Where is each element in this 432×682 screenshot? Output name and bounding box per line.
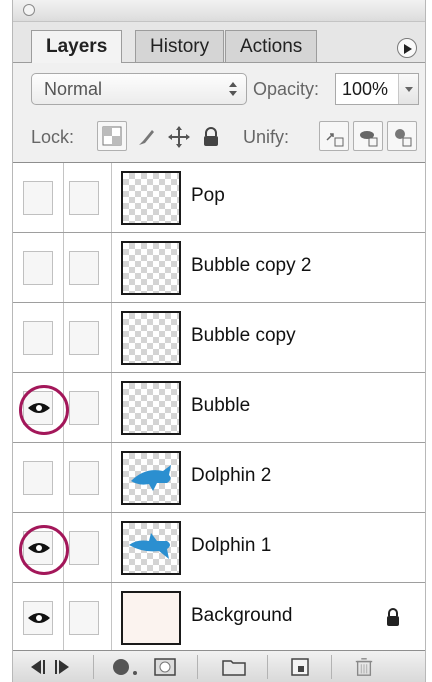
dolphin-icon (129, 533, 170, 559)
link-toggle[interactable] (69, 391, 99, 425)
lock-transparent-pixels-button[interactable] (97, 121, 127, 151)
layer-thumbnail (121, 311, 181, 365)
link-toggle[interactable] (69, 251, 99, 285)
new-layer-icon[interactable] (289, 657, 311, 677)
eye-icon (28, 403, 50, 413)
tab-actions[interactable]: Actions (225, 30, 318, 62)
layer-name: Pop (191, 185, 225, 206)
checker-icon (102, 126, 122, 146)
folder-icon[interactable] (221, 657, 247, 677)
visibility-toggle[interactable] (23, 321, 53, 355)
layer-name: Bubble copy 2 (191, 255, 312, 276)
layer-name: Bubble copy (191, 325, 296, 346)
eye-icon (28, 613, 50, 623)
layers-list: Pop Bubble copy 2 Bubble copy Bubble Dol… (13, 162, 425, 651)
chevron-down-icon[interactable] (398, 74, 418, 104)
panel-titlebar (13, 0, 425, 22)
fx-icon[interactable] (111, 657, 141, 677)
layer-row-bubble[interactable]: Bubble (13, 373, 425, 443)
close-icon[interactable] (23, 4, 35, 16)
lock-icon (387, 608, 399, 626)
layer-thumbnail (121, 171, 181, 225)
lock-position-button[interactable] (163, 121, 193, 151)
unify-style-icon (395, 129, 412, 147)
unify-visibility-button[interactable] (353, 121, 383, 151)
visibility-toggle[interactable] (23, 531, 53, 565)
blend-mode-value: Normal (44, 79, 103, 99)
lock-all-button[interactable] (195, 121, 225, 151)
layers-panel: Layers History Actions Normal Opacity: 1… (12, 0, 426, 682)
layer-name: Background (191, 605, 293, 626)
layer-row-dolphin-1[interactable]: Dolphin 1 (13, 513, 425, 583)
unify-style-button[interactable] (387, 121, 417, 151)
lock-image-pixels-button[interactable] (131, 121, 161, 151)
layer-name: Dolphin 1 (191, 535, 272, 556)
brush-icon (139, 130, 154, 145)
layer-row-pop[interactable]: Pop (13, 163, 425, 233)
opacity-value: 100% (342, 79, 389, 99)
layer-row-bubble-copy-2[interactable]: Bubble copy 2 (13, 233, 425, 303)
link-layers-icon[interactable] (29, 657, 79, 677)
layer-thumbnail (121, 591, 181, 645)
tab-history[interactable]: History (135, 30, 225, 62)
unify-visibility-icon (360, 131, 378, 147)
layer-controls: Normal Opacity: 100% Lock: Unify: (13, 62, 425, 162)
layer-thumbnail (121, 241, 181, 295)
link-toggle[interactable] (69, 181, 99, 215)
opacity-label: Opacity: (253, 79, 320, 99)
lock-icon (204, 127, 218, 146)
move-icon (168, 126, 190, 148)
lock-label: Lock: (31, 127, 75, 147)
layer-row-bubble-copy[interactable]: Bubble copy (13, 303, 425, 373)
layer-row-dolphin-2[interactable]: Dolphin 2 (13, 443, 425, 513)
layer-name: Bubble (191, 395, 251, 416)
panel-footer-toolbar (13, 650, 425, 682)
visibility-toggle[interactable] (23, 251, 53, 285)
trash-icon[interactable] (353, 657, 375, 677)
link-toggle[interactable] (69, 461, 99, 495)
link-toggle[interactable] (69, 601, 99, 635)
unify-label: Unify: (243, 127, 290, 147)
panel-tabs: Layers History Actions (13, 22, 425, 63)
blend-mode-select[interactable]: Normal (31, 73, 247, 105)
dolphin-icon (131, 465, 171, 491)
layer-thumbnail (121, 521, 181, 575)
unify-position-icon (326, 133, 344, 147)
layer-thumbnail (121, 381, 181, 435)
link-toggle[interactable] (69, 321, 99, 355)
opacity-field[interactable]: 100% (335, 73, 419, 105)
layer-row-background[interactable]: Background (13, 583, 425, 651)
visibility-toggle[interactable] (23, 461, 53, 495)
layer-name: Dolphin 2 (191, 465, 272, 486)
flyout-menu-icon[interactable] (397, 38, 417, 58)
visibility-toggle[interactable] (23, 601, 53, 635)
link-toggle[interactable] (69, 531, 99, 565)
tab-layers[interactable]: Layers (31, 30, 123, 63)
visibility-toggle[interactable] (23, 391, 53, 425)
eye-icon (28, 543, 50, 553)
layer-thumbnail (121, 451, 181, 505)
mask-icon[interactable] (153, 657, 177, 677)
unify-position-button[interactable] (319, 121, 349, 151)
visibility-toggle[interactable] (23, 181, 53, 215)
stepper-icon (229, 82, 237, 96)
